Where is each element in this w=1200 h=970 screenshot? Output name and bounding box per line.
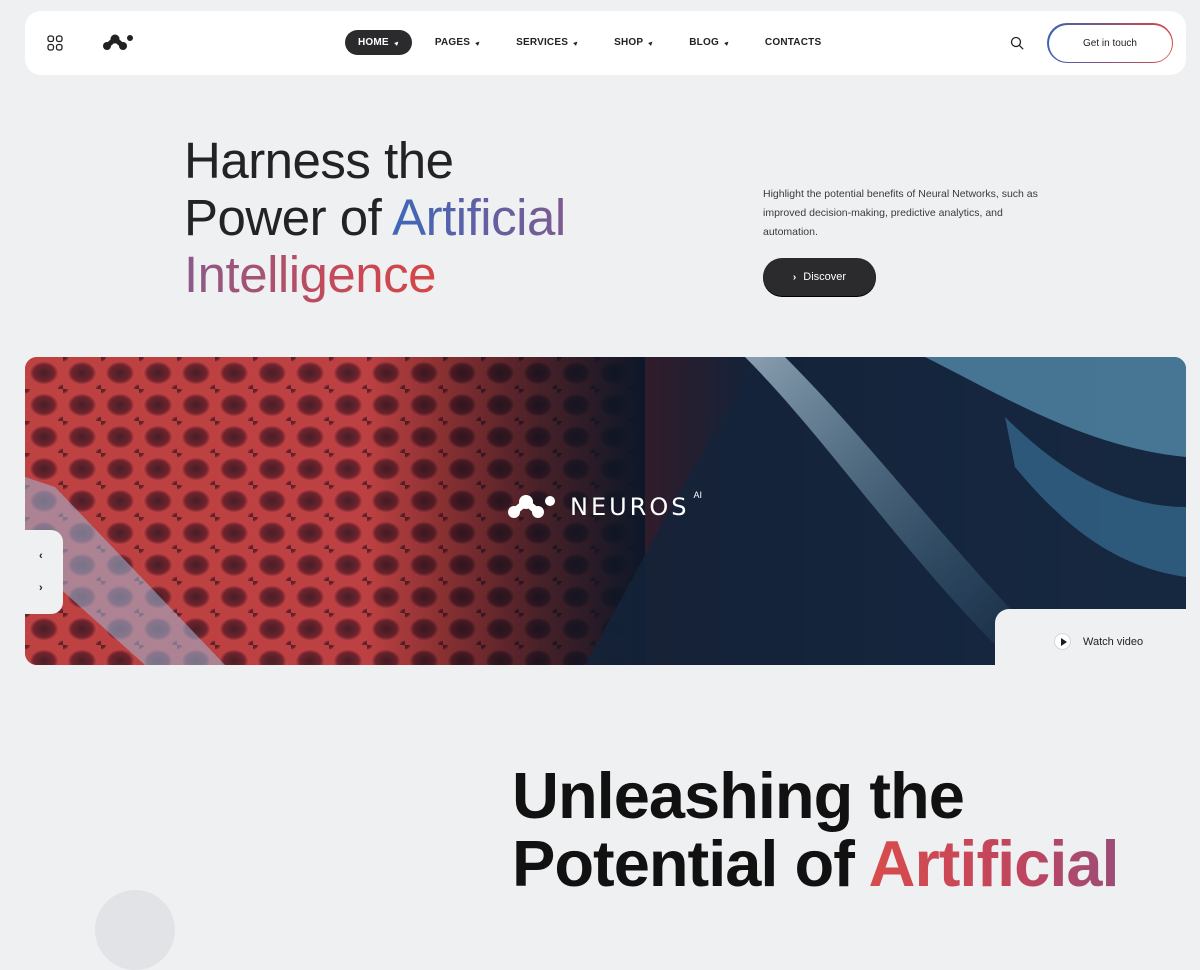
nav-item-label: BLOG <box>689 37 719 48</box>
get-in-touch-label: Get in touch <box>1048 24 1172 62</box>
nav-item-pages[interactable]: PAGES <box>422 30 493 55</box>
watch-video-panel: Watch video <box>995 609 1186 665</box>
section-title: Unleashing the Potential of Artificial <box>512 759 1120 900</box>
chevron-left-icon[interactable]: ‹ <box>39 551 49 562</box>
neuros-logo-mark[interactable] <box>102 33 134 53</box>
nav-item-label: CONTACTS <box>764 37 822 48</box>
section-title-line2a: Potential of <box>512 827 869 900</box>
hero-title-line1: Harness the <box>184 132 454 189</box>
nav-item-services[interactable]: SERVICES <box>503 30 591 55</box>
hero-title-line2b: Artificial <box>392 189 566 246</box>
chevron-down-icon <box>475 40 481 46</box>
play-icon <box>1054 633 1071 650</box>
nav-item-contacts[interactable]: CONTACTS <box>752 30 834 55</box>
section-title-line2b: Artificial <box>868 827 1120 900</box>
section-title-line1: Unleashing the <box>512 759 965 832</box>
search-icon[interactable] <box>1010 36 1024 50</box>
get-in-touch-button[interactable]: Get in touch <box>1047 23 1173 63</box>
hero-title-line2a: Power of <box>184 189 393 246</box>
brand-word: NEUROS <box>570 493 690 521</box>
chevron-right-icon: › <box>792 271 797 283</box>
hero-description: Highlight the potential benefits of Neur… <box>763 188 1038 238</box>
chevron-down-icon <box>648 40 655 46</box>
nav-item-shop[interactable]: SHOP <box>601 30 666 55</box>
chevron-right-icon[interactable]: › <box>39 583 49 594</box>
main-nav: HOME PAGES SERVICES SHOP BLOG CONTACTS <box>345 30 844 55</box>
grid-menu-icon[interactable] <box>47 35 63 51</box>
nav-item-label: SERVICES <box>516 37 569 48</box>
nav-item-home[interactable]: HOME <box>345 30 412 55</box>
watch-video-label: Watch video <box>1083 635 1144 648</box>
decorative-circle <box>95 890 175 970</box>
chevron-down-icon <box>724 40 730 46</box>
chevron-down-icon <box>393 40 400 46</box>
banner-brand-logo: NEUROS AI <box>506 490 710 521</box>
site-header: HOME PAGES SERVICES SHOP BLOG CONTACTS G… <box>25 11 1186 75</box>
slider-controls: ‹ › <box>25 530 63 614</box>
nav-item-label: HOME <box>358 37 389 48</box>
hero-title-line3: Intelligence <box>184 246 437 303</box>
nav-item-blog[interactable]: BLOG <box>676 30 742 55</box>
brand-superscript: AI <box>693 490 702 500</box>
neuros-logo-mark <box>508 495 555 518</box>
nav-item-label: SHOP <box>614 37 644 48</box>
discover-button[interactable]: › Discover <box>763 258 876 296</box>
chevron-down-icon <box>573 40 579 46</box>
hero-title: Harness the Power of Artificial Intellig… <box>184 132 566 303</box>
watch-video-button[interactable]: Watch video <box>1054 633 1143 650</box>
discover-label: Discover <box>803 271 847 283</box>
nav-item-label: PAGES <box>434 37 471 48</box>
